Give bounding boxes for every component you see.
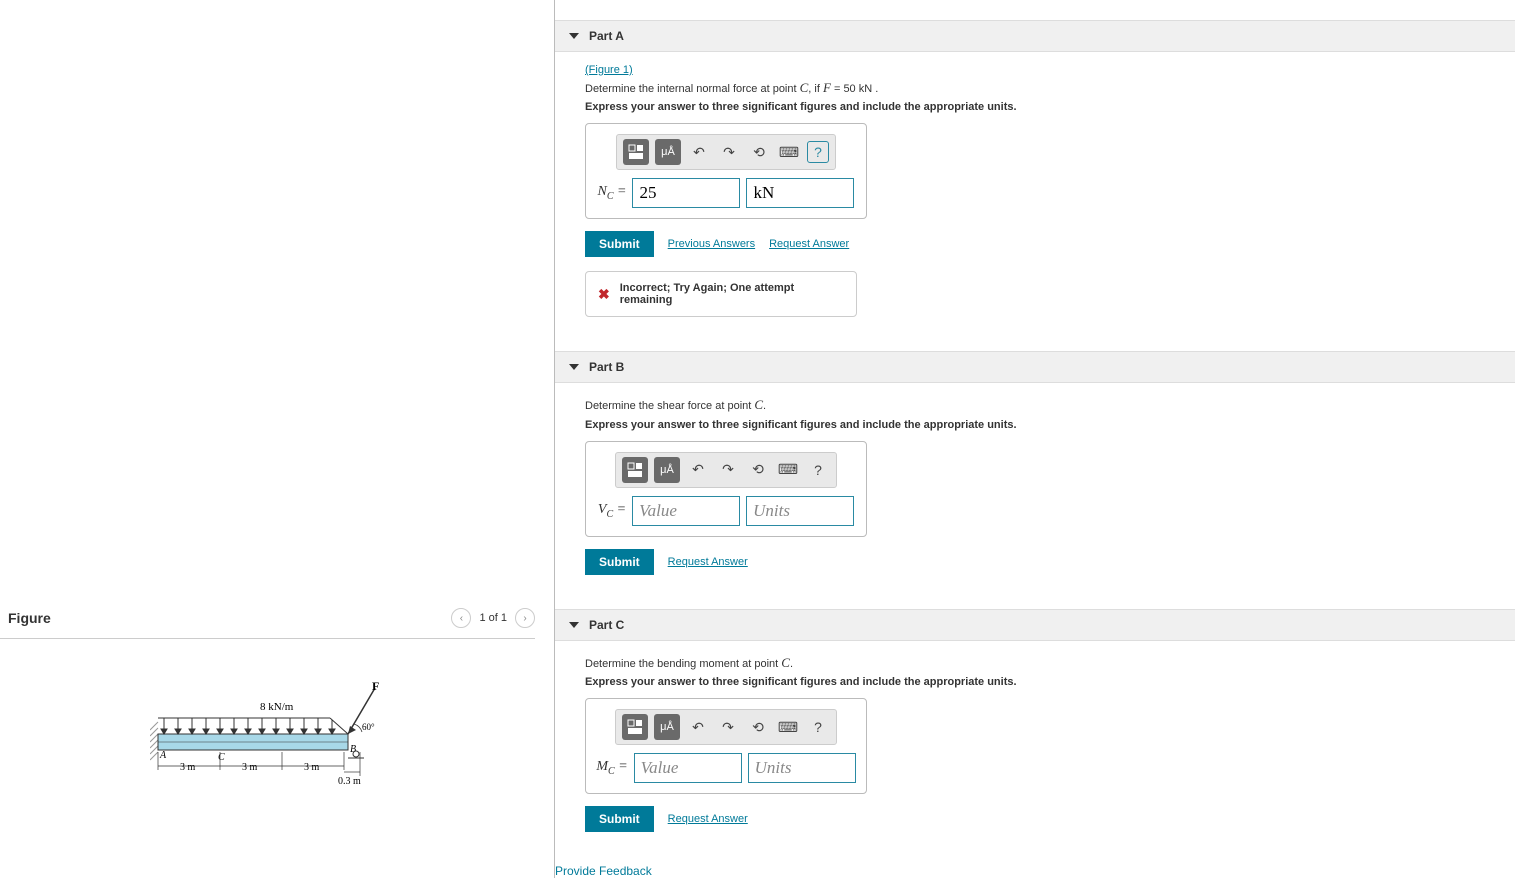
svg-text:F: F	[372, 680, 379, 693]
answer-toolbar: μÅ ↶ ↷ ⟲ ⌨ ?	[615, 709, 837, 745]
template-icon[interactable]	[622, 457, 648, 483]
reset-icon[interactable]: ⟲	[746, 458, 770, 482]
chevron-down-icon	[569, 33, 579, 39]
svg-text:60°: 60°	[362, 722, 375, 732]
svg-text:3 m: 3 m	[304, 762, 320, 773]
part-a-answer-box: μÅ ↶ ↷ ⟲ ⌨ ? NC =	[585, 123, 867, 219]
x-icon: ✖	[598, 286, 610, 303]
part-c-answer-box: μÅ ↶ ↷ ⟲ ⌨ ? MC =	[585, 698, 867, 794]
help-icon[interactable]: ?	[806, 458, 830, 482]
submit-button[interactable]: Submit	[585, 231, 654, 257]
answer-toolbar: μÅ ↶ ↷ ⟲ ⌨ ?	[616, 134, 836, 170]
chevron-down-icon	[569, 622, 579, 628]
svg-text:3 m: 3 m	[180, 762, 196, 773]
var-label-vc: VC =	[598, 502, 626, 520]
part-c-header[interactable]: Part C	[555, 609, 1515, 641]
answer-toolbar: μÅ ↶ ↷ ⟲ ⌨ ?	[615, 452, 837, 488]
keyboard-icon[interactable]: ⌨	[777, 140, 801, 164]
part-b-instruction: Express your answer to three significant…	[585, 419, 1485, 431]
part-c-instruction: Express your answer to three significant…	[585, 676, 1485, 688]
chevron-down-icon	[569, 364, 579, 370]
figure-diagram: 8 kN/m F 60° A C B 3 m	[150, 680, 410, 803]
reset-icon[interactable]: ⟲	[746, 715, 770, 739]
template-icon[interactable]	[623, 139, 649, 165]
value-input[interactable]	[634, 753, 742, 783]
part-b-title: Part B	[589, 360, 624, 374]
provide-feedback-link[interactable]: Provide Feedback	[555, 846, 1515, 878]
special-char-button[interactable]: μÅ	[654, 714, 680, 740]
svg-text:A: A	[159, 750, 167, 761]
undo-icon[interactable]: ↶	[686, 458, 710, 482]
units-input[interactable]	[746, 178, 854, 208]
request-answer-link[interactable]: Request Answer	[668, 813, 748, 825]
redo-icon[interactable]: ↷	[717, 140, 741, 164]
feedback-text: Incorrect; Try Again; One attempt remain…	[620, 282, 844, 306]
special-char-button[interactable]: μÅ	[655, 139, 681, 165]
special-char-button[interactable]: μÅ	[654, 457, 680, 483]
part-a-header[interactable]: Part A	[555, 20, 1515, 52]
part-a-instruction: Express your answer to three significant…	[585, 101, 1485, 113]
part-b-body: Determine the shear force at point C. Ex…	[555, 383, 1515, 588]
units-input[interactable]	[748, 753, 856, 783]
help-icon[interactable]: ?	[807, 141, 829, 163]
undo-icon[interactable]: ↶	[686, 715, 710, 739]
redo-icon[interactable]: ↷	[716, 458, 740, 482]
feedback-box: ✖ Incorrect; Try Again; One attempt rema…	[585, 271, 857, 317]
next-figure-button[interactable]: ›	[515, 608, 535, 628]
redo-icon[interactable]: ↷	[716, 715, 740, 739]
figure-title: Figure	[8, 610, 51, 626]
request-answer-link[interactable]: Request Answer	[668, 556, 748, 568]
figure-header: Figure ‹ 1 of 1 ›	[0, 608, 535, 639]
figure-link[interactable]: (Figure 1)	[585, 64, 633, 76]
request-answer-link[interactable]: Request Answer	[769, 238, 849, 250]
reset-icon[interactable]: ⟲	[747, 140, 771, 164]
submit-button[interactable]: Submit	[585, 806, 654, 832]
part-b-header[interactable]: Part B	[555, 351, 1515, 383]
figure-pager: ‹ 1 of 1 ›	[451, 608, 535, 628]
part-a-title: Part A	[589, 29, 624, 43]
svg-text:0.3 m: 0.3 m	[338, 776, 361, 787]
figure-count: 1 of 1	[479, 612, 507, 624]
part-b-prompt: Determine the shear force at point C.	[585, 396, 1485, 414]
part-c-prompt: Determine the bending moment at point C.	[585, 654, 1485, 672]
part-c-body: Determine the bending moment at point C.…	[555, 641, 1515, 846]
undo-icon[interactable]: ↶	[687, 140, 711, 164]
submit-button[interactable]: Submit	[585, 549, 654, 575]
part-a-body: (Figure 1) Determine the internal normal…	[555, 52, 1515, 331]
part-a-prompt: Determine the internal normal force at p…	[585, 79, 1485, 97]
template-icon[interactable]	[622, 714, 648, 740]
previous-answers-link[interactable]: Previous Answers	[668, 238, 755, 250]
keyboard-icon[interactable]: ⌨	[776, 458, 800, 482]
value-input[interactable]	[632, 178, 740, 208]
part-c-title: Part C	[589, 618, 624, 632]
keyboard-icon[interactable]: ⌨	[776, 715, 800, 739]
svg-text:8 kN/m: 8 kN/m	[260, 701, 294, 713]
help-icon[interactable]: ?	[806, 715, 830, 739]
units-input[interactable]	[746, 496, 854, 526]
value-input[interactable]	[632, 496, 740, 526]
part-b-answer-box: μÅ ↶ ↷ ⟲ ⌨ ? VC =	[585, 441, 867, 537]
var-label-mc: MC =	[596, 759, 627, 777]
prev-figure-button[interactable]: ‹	[451, 608, 471, 628]
svg-text:C: C	[218, 752, 225, 763]
var-label-nc: NC =	[598, 184, 627, 202]
svg-text:3 m: 3 m	[242, 762, 258, 773]
